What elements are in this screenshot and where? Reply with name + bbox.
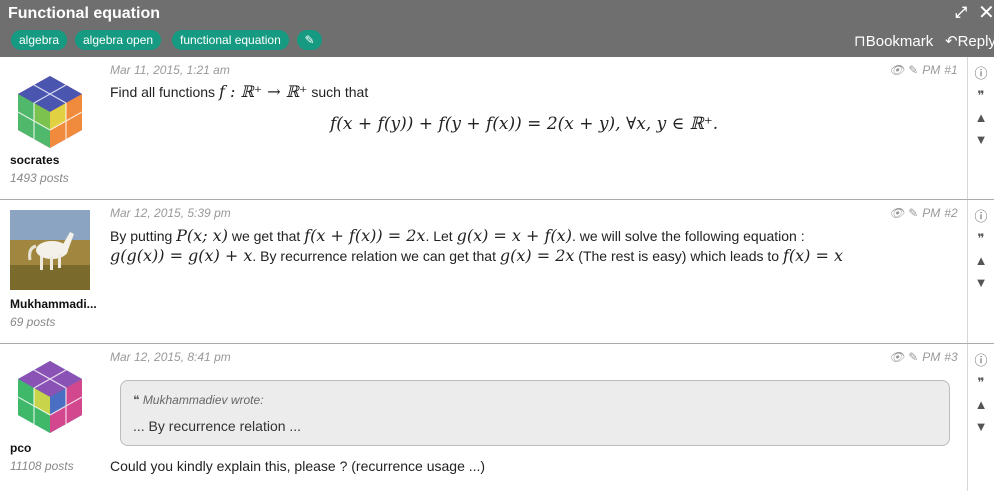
pm-label[interactable]: PM xyxy=(922,350,940,364)
post-text: . Let xyxy=(425,228,453,244)
math-inline: g(x) = x + f(x) xyxy=(456,226,572,245)
post-count: 11108 posts xyxy=(10,459,74,473)
post-text: Find all functions xyxy=(110,84,216,100)
divider xyxy=(967,200,968,343)
math-inline: f(x + f(x)) = 2x xyxy=(304,226,426,245)
expand-icon[interactable]: ⤢ xyxy=(955,4,967,22)
post-text: . we will solve the following equation : xyxy=(571,228,805,244)
quote-author[interactable]: Mukhammadiev wrote: xyxy=(143,393,264,407)
tag-algebra-open[interactable]: algebra open xyxy=(75,30,162,50)
post-3: pco 11108 posts Mar 12, 2015, 8:41 pm 👁 ✎… xyxy=(0,344,994,491)
post-text: . By recurrence relation we can get that xyxy=(252,248,496,264)
post-tools: ⓘ ❞ ▲ ▼ xyxy=(972,350,990,438)
reply-label: Reply xyxy=(957,33,994,50)
math-inline: f(x) = x xyxy=(782,246,843,265)
bookmark-button[interactable]: ⊓Bookmark xyxy=(854,32,933,50)
thumbs-up-icon[interactable]: ▲ xyxy=(972,394,990,416)
math-inline: f : ℝ⁺ → ℝ⁺ xyxy=(218,82,308,101)
post-tools: ⓘ ❞ ▲ ▼ xyxy=(972,206,990,294)
topic-header: Functional equation ⤢ ✕ algebra algebra … xyxy=(0,0,994,57)
post-text: (The rest is easy) which leads to xyxy=(578,248,780,264)
quote-block: ❝ Mukhammadiev wrote: ... By recurrence … xyxy=(120,380,950,446)
post-number[interactable]: #3 xyxy=(944,350,957,364)
avatar-socrates[interactable] xyxy=(10,72,90,152)
quote-icon[interactable]: ❞ xyxy=(972,228,990,250)
username[interactable]: Mukhammadi... xyxy=(10,297,97,311)
pm-label[interactable]: PM xyxy=(922,206,940,220)
post-count: 69 posts xyxy=(10,315,56,329)
quote-icon[interactable]: ❞ xyxy=(972,85,990,107)
thumbs-down-icon[interactable]: ▼ xyxy=(972,416,990,438)
eye-icon[interactable]: 👁 xyxy=(889,206,904,220)
pm-label[interactable]: PM xyxy=(922,63,940,77)
quote-mark-icon: ❝ xyxy=(133,393,140,407)
pm-icon[interactable]: ✎ xyxy=(908,63,918,77)
math-inline: P(x; x) xyxy=(176,226,228,245)
math-inline: g(x) = 2x xyxy=(499,246,575,265)
post-meta: 👁 ✎ PM #3 xyxy=(889,350,962,364)
close-icon[interactable]: ✕ xyxy=(978,3,994,23)
pm-icon[interactable]: ✎ xyxy=(908,350,918,364)
thumbs-down-icon[interactable]: ▼ xyxy=(972,272,990,294)
post-count: 1493 posts xyxy=(10,171,69,185)
pencil-icon: ✎ xyxy=(304,33,315,47)
post-text: we get that xyxy=(231,228,301,244)
edit-tags-button[interactable]: ✎ xyxy=(297,30,322,50)
thumbs-up-icon[interactable]: ▲ xyxy=(972,250,990,272)
avatar-mukhammadiev[interactable] xyxy=(10,210,90,290)
thumbs-down-icon[interactable]: ▼ xyxy=(972,129,990,151)
divider xyxy=(967,344,968,491)
post-tools: ⓘ ❞ ▲ ▼ xyxy=(972,63,990,151)
quote-text: ... By recurrence relation ... xyxy=(133,418,302,434)
username[interactable]: socrates xyxy=(10,153,59,167)
math-inline: g(g(x)) = g(x) + x xyxy=(110,246,253,265)
math-display: f(x + f(y)) + f(y + f(x)) = 2(x + y), ∀x… xyxy=(330,114,719,134)
post-text: By putting xyxy=(110,228,173,244)
pm-icon[interactable]: ✎ xyxy=(908,206,918,220)
topic-title: Functional equation xyxy=(8,5,160,22)
post-date[interactable]: Mar 12, 2015, 5:39 pm xyxy=(110,206,231,220)
reply-button[interactable]: ↶Reply xyxy=(945,32,994,50)
divider xyxy=(967,57,968,199)
eye-icon[interactable]: 👁 xyxy=(889,63,904,77)
post-date[interactable]: Mar 11, 2015, 1:21 am xyxy=(110,63,230,77)
post-meta: 👁 ✎ PM #1 xyxy=(889,63,962,77)
post-date[interactable]: Mar 12, 2015, 8:41 pm xyxy=(110,350,231,364)
bookmark-label: Bookmark xyxy=(865,33,934,50)
avatar-pco[interactable] xyxy=(10,357,90,437)
post-number[interactable]: #1 xyxy=(944,63,957,77)
quote-header: ❝ Mukhammadiev wrote: xyxy=(133,393,264,407)
thumbs-up-icon[interactable]: ▲ xyxy=(972,107,990,129)
tag-algebra[interactable]: algebra xyxy=(11,30,68,50)
post-meta: 👁 ✎ PM #2 xyxy=(889,206,962,220)
report-icon[interactable]: ⓘ xyxy=(972,350,990,372)
username[interactable]: pco xyxy=(10,441,31,455)
post-body: Find all functions f : ℝ⁺ → ℝ⁺ such that xyxy=(110,82,368,102)
eye-icon[interactable]: 👁 xyxy=(889,350,904,364)
post-number[interactable]: #2 xyxy=(944,206,957,220)
reply-icon: ↶ xyxy=(945,33,958,50)
post-text: such that xyxy=(311,84,369,100)
bookmark-icon: ⊓ xyxy=(854,33,866,50)
post-1: socrates 1493 posts Mar 11, 2015, 1:21 a… xyxy=(0,57,994,200)
post-2: Mukhammadi... 69 posts Mar 12, 2015, 5:3… xyxy=(0,200,994,344)
post-body: By putting P(x; x) we get that f(x + f(x… xyxy=(110,226,900,266)
report-icon[interactable]: ⓘ xyxy=(972,63,990,85)
post-text: Could you kindly explain this, please ? … xyxy=(110,458,486,474)
tag-functional-equation[interactable]: functional equation xyxy=(172,30,289,50)
report-icon[interactable]: ⓘ xyxy=(972,206,990,228)
quote-icon[interactable]: ❞ xyxy=(972,372,990,394)
